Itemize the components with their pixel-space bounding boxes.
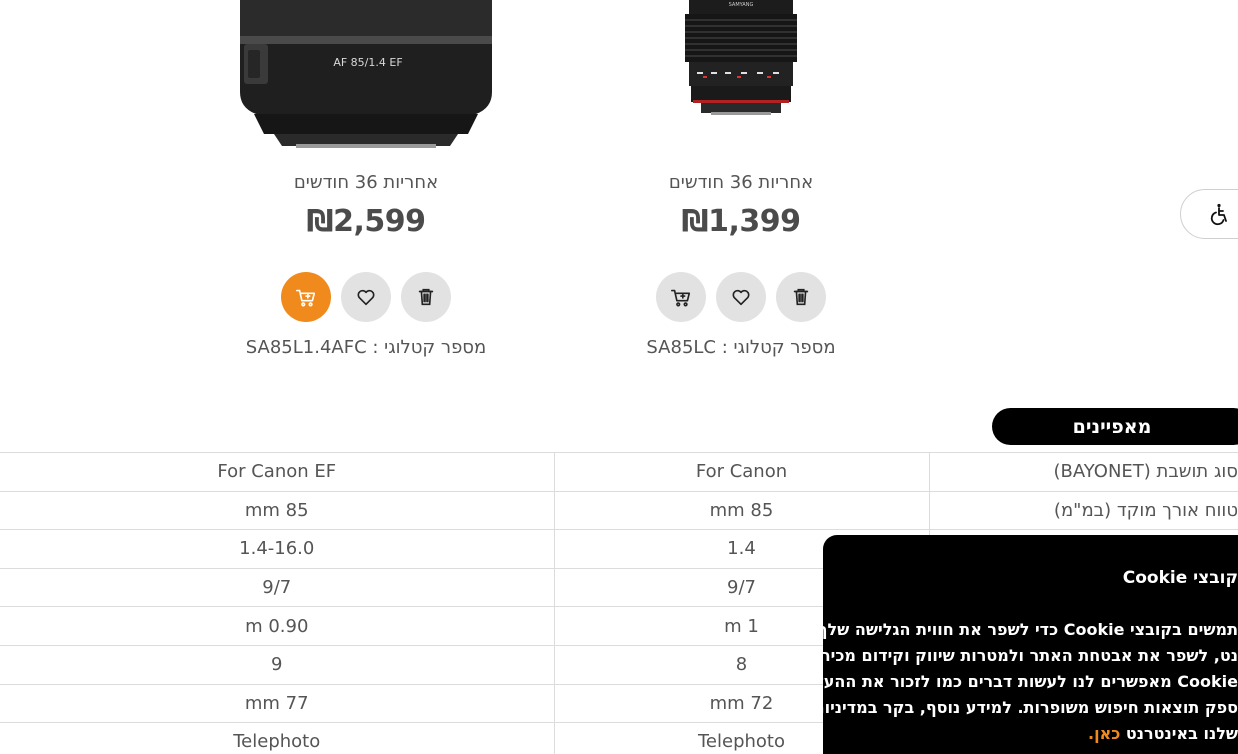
product-card-af-85: AF 85/1.4 EF אחריות 36 חודשים ₪2,599 מספ… (216, 0, 516, 380)
lens-image-85-manual[interactable]: SAMYANG (681, 0, 801, 116)
spec-value: For Canon EF (0, 452, 555, 492)
remove-button[interactable] (776, 272, 826, 322)
spec-value: 9/7 (0, 567, 555, 608)
spec-value: 1.4-16.0 (0, 529, 555, 569)
cookie-policy-link[interactable]: כאן. (1088, 724, 1120, 743)
spec-value: mm 77 (0, 683, 555, 724)
product-actions (281, 272, 451, 322)
spec-value: m 0.90 (0, 606, 555, 646)
cookie-line: שלנו באינטרנט (1125, 724, 1238, 743)
cookie-message: תמשים בקובצי Cookie כדי לשפר את חווית הג… (823, 617, 1238, 747)
lens-image-af-85[interactable]: AF 85/1.4 EF (240, 0, 492, 152)
catalog-number: מספר קטלוגי : SA85LC (646, 337, 836, 358)
add-to-cart-icon (296, 289, 316, 307)
cookie-line: תמשים בקובצי Cookie כדי לשפר את חווית הג… (823, 620, 1238, 639)
spec-value: 9 (0, 644, 555, 685)
spec-value: mm 85 (0, 490, 555, 531)
table-row: For Canon EF For Canon סוג תושבת (BAYONE… (0, 452, 1238, 492)
add-to-cart-button[interactable] (281, 272, 331, 322)
spec-value: Telephoto (0, 722, 555, 754)
wishlist-button[interactable] (716, 272, 766, 322)
wheelchair-icon (1210, 203, 1227, 226)
cookie-title: קובצי Cookie (1122, 568, 1238, 588)
spec-label: סוג תושבת (BAYONET) (929, 452, 1238, 492)
heart-icon (357, 289, 375, 306)
price-label: ₪2,599 (306, 204, 426, 239)
spec-value: For Canon (554, 452, 930, 492)
warranty-label: אחריות 36 חודשים (668, 172, 814, 193)
accessibility-button[interactable] (1180, 189, 1238, 239)
tab-features[interactable]: מאפיינים (992, 408, 1238, 445)
cookie-line-last: שלנו באינטרנט כאן. (823, 721, 1238, 747)
heart-icon (732, 289, 750, 306)
warranty-label: אחריות 36 חודשים (293, 172, 439, 193)
product-actions (656, 272, 826, 322)
remove-button[interactable] (401, 272, 451, 322)
add-to-cart-button[interactable] (656, 272, 706, 322)
spec-value: mm 85 (554, 490, 930, 531)
add-to-cart-icon (671, 289, 691, 307)
svg-text:AF 85/1.4 EF: AF 85/1.4 EF (333, 56, 402, 69)
trash-icon (793, 288, 809, 306)
catalog-number: מספר קטלוגי : SA85L1.4AFC (245, 337, 487, 358)
table-row: mm 85 mm 85 טווח אורך מוקד (במ"מ) (0, 490, 1238, 531)
cookie-line: Cookie מאפשרים לנו לעשות דברים כמו לזכור… (823, 672, 1238, 691)
product-card-85-manual: SAMYANG אחריות 36 חודשים ₪1,399 מספר קטל… (591, 0, 891, 380)
spec-label: טווח אורך מוקד (במ"מ) (929, 490, 1238, 531)
price-label: ₪1,399 (681, 204, 801, 239)
cookie-banner: קובצי Cookie תמשים בקובצי Cookie כדי לשפ… (823, 535, 1238, 754)
cookie-line: ספק תוצאות חיפוש משופרות. למידע נוסף, בק… (823, 698, 1238, 717)
wishlist-button[interactable] (341, 272, 391, 322)
svg-text:SAMYANG: SAMYANG (729, 2, 754, 8)
cookie-line: נט, לשפר את אבטחת האתר ולמטרות שיווק וקי… (823, 646, 1238, 665)
trash-icon (418, 288, 434, 306)
